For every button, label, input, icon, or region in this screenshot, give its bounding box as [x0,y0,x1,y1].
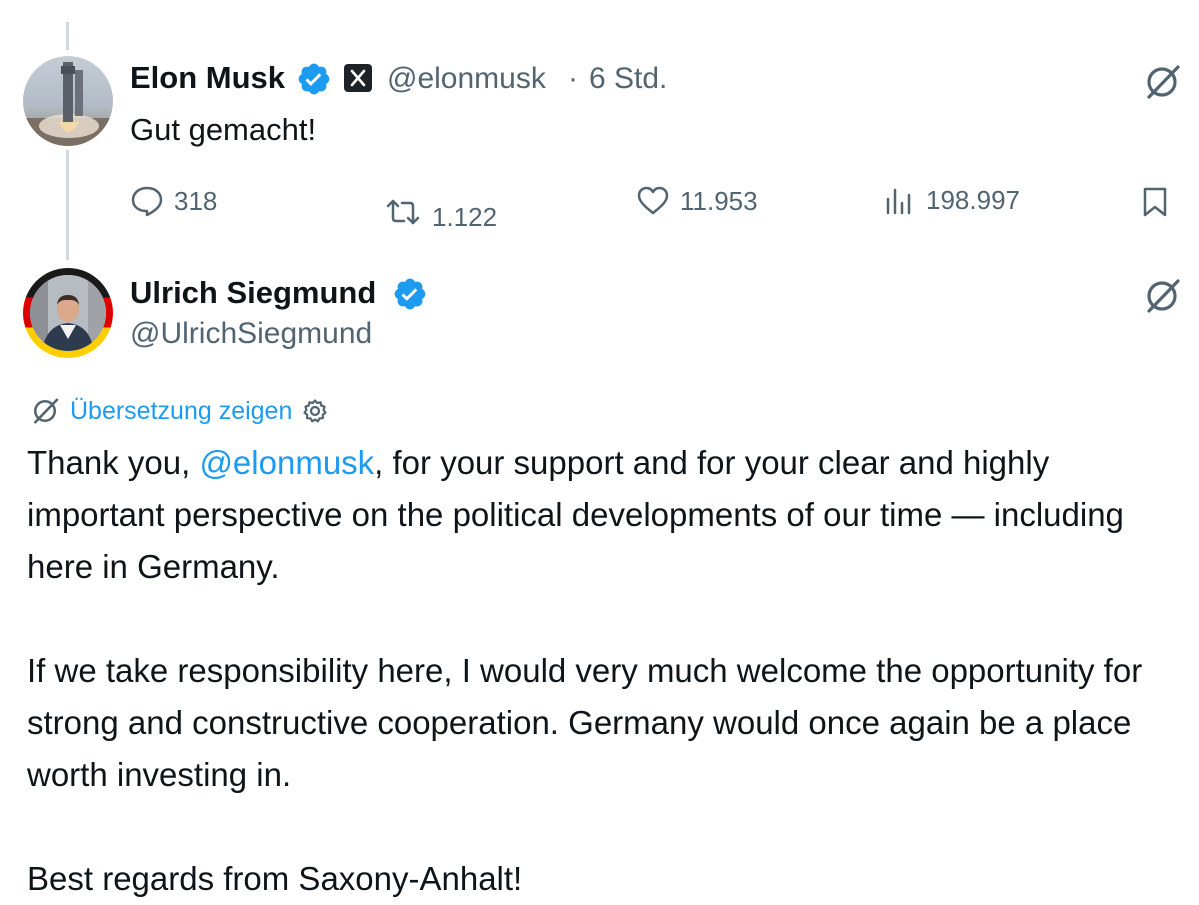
views-icon [886,188,911,214]
mention-link[interactable]: @elonmusk [199,444,374,481]
tweet-text: Thank you, @elonmusk, for your support a… [27,437,1192,905]
author-handle[interactable]: @elonmusk [387,62,546,96]
reply-count: 318 [174,185,218,216]
translate-row[interactable]: Übersetzung zeigen [30,396,328,426]
avatar-ulrich[interactable] [23,268,113,358]
timestamp[interactable]: 6 Std. [589,62,667,96]
heart-icon [637,186,669,215]
verified-badge-icon [298,63,330,95]
reply-icon [131,186,163,217]
bookmark-icon[interactable] [1140,186,1170,218]
retweet-button[interactable]: 1.122 [384,190,497,233]
author-name[interactable]: Elon Musk [130,60,285,96]
tweet-text: Gut gemacht! [130,112,317,147]
author-handle[interactable]: @UlrichSiegmund [130,317,372,351]
grok-translate-icon [33,398,59,424]
grok-icon[interactable] [1142,62,1182,102]
verified-badge-icon [394,278,426,310]
paragraph-3: Best regards from Saxony-Anhalt! [27,860,523,897]
thread-line-top [66,22,69,50]
x-logo-icon [344,64,372,92]
grok-icon[interactable] [1142,276,1182,316]
retweet-icon [386,199,420,224]
paragraph-1: Thank you, @elonmusk, for your support a… [27,437,1192,593]
author-name[interactable]: Ulrich Siegmund [130,275,376,311]
like-count: 11.953 [680,185,758,216]
paragraph-2: If we take responsibility here, I would … [27,652,1143,793]
translate-link[interactable]: Übersetzung zeigen [70,397,292,426]
avatar-elon[interactable] [23,56,113,146]
thread-line-connector [66,150,69,260]
paragraph-1-start: Thank you, [27,444,200,481]
like-button[interactable]: 11.953 [636,185,758,217]
views-count: 198.997 [926,185,1020,215]
views-button[interactable]: 198.997 [884,185,1020,216]
gear-icon[interactable] [302,398,328,424]
separator-dot: · [568,62,578,95]
reply-button[interactable]: 318 [130,185,217,217]
retweet-count: 1.122 [432,202,498,232]
